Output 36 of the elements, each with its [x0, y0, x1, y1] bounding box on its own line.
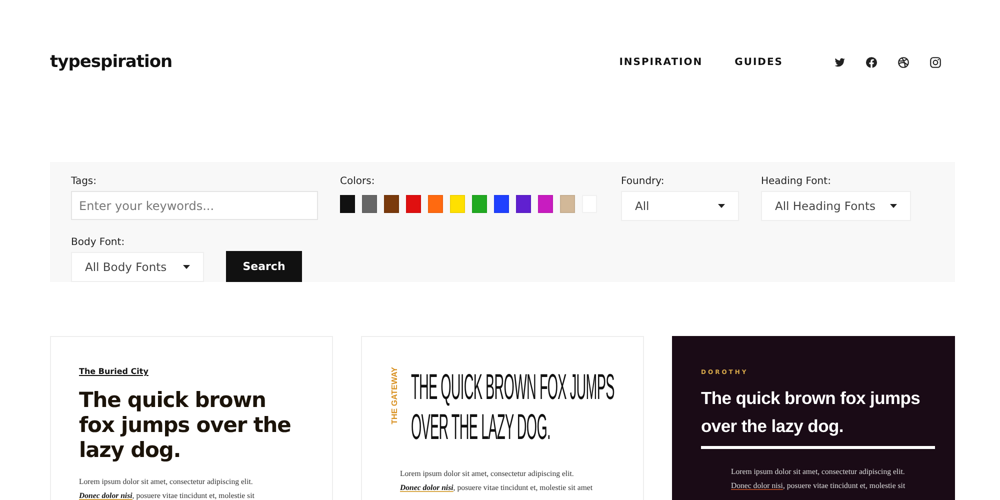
color-swatch[interactable]	[384, 195, 399, 213]
field-label: Tags:	[71, 176, 98, 187]
nav-link[interactable]: INSPIRATION	[619, 56, 703, 68]
facebook-icon[interactable]	[865, 56, 878, 68]
caret-icon	[718, 204, 725, 208]
ball-icon[interactable]	[897, 56, 910, 68]
color-swatch[interactable]	[516, 195, 531, 213]
color-swatch[interactable]	[450, 195, 465, 213]
color-swatch[interactable]	[340, 195, 355, 213]
field-label: Foundry:	[621, 176, 666, 187]
color-swatch[interactable]	[538, 195, 553, 213]
card-heading: The quick brown fox jumps over the lazy dog.	[79, 388, 292, 463]
field-label: Body Font:	[71, 237, 126, 248]
color-swatch[interactable]	[428, 195, 443, 213]
color-swatch[interactable]	[362, 195, 377, 213]
nav-link[interactable]: GUIDES	[734, 56, 783, 68]
color-swatch[interactable]	[494, 195, 509, 213]
caret-icon	[890, 204, 897, 208]
dropdown[interactable]: All Heading Fonts	[761, 191, 911, 221]
color-swatch[interactable]	[560, 195, 575, 213]
camera-icon[interactable]	[929, 56, 942, 68]
card-label: The Buried City	[79, 367, 148, 376]
field-label: Colors:	[340, 176, 376, 187]
caret-icon	[183, 265, 190, 269]
color-swatch[interactable]	[472, 195, 487, 213]
logo[interactable]: typespiration	[50, 52, 172, 72]
card-heading: THE QUICK BROWN FOX JUMPS OVER THE LAZY DOG.	[411, 367, 616, 447]
color-swatch[interactable]	[406, 195, 421, 213]
field-label: Heading Font:	[761, 176, 832, 187]
dropdown[interactable]: All Body Fonts	[71, 252, 204, 282]
dropdown[interactable]: All	[621, 191, 739, 221]
bird-icon[interactable]	[833, 56, 846, 68]
keywords-input[interactable]: Enter your keywords...	[71, 191, 318, 220]
card-label: THE GATEWAY	[390, 367, 399, 424]
search-button[interactable]: Search	[226, 251, 302, 282]
card-heading: The quick brown fox jumps over the lazy dog.	[701, 384, 935, 449]
